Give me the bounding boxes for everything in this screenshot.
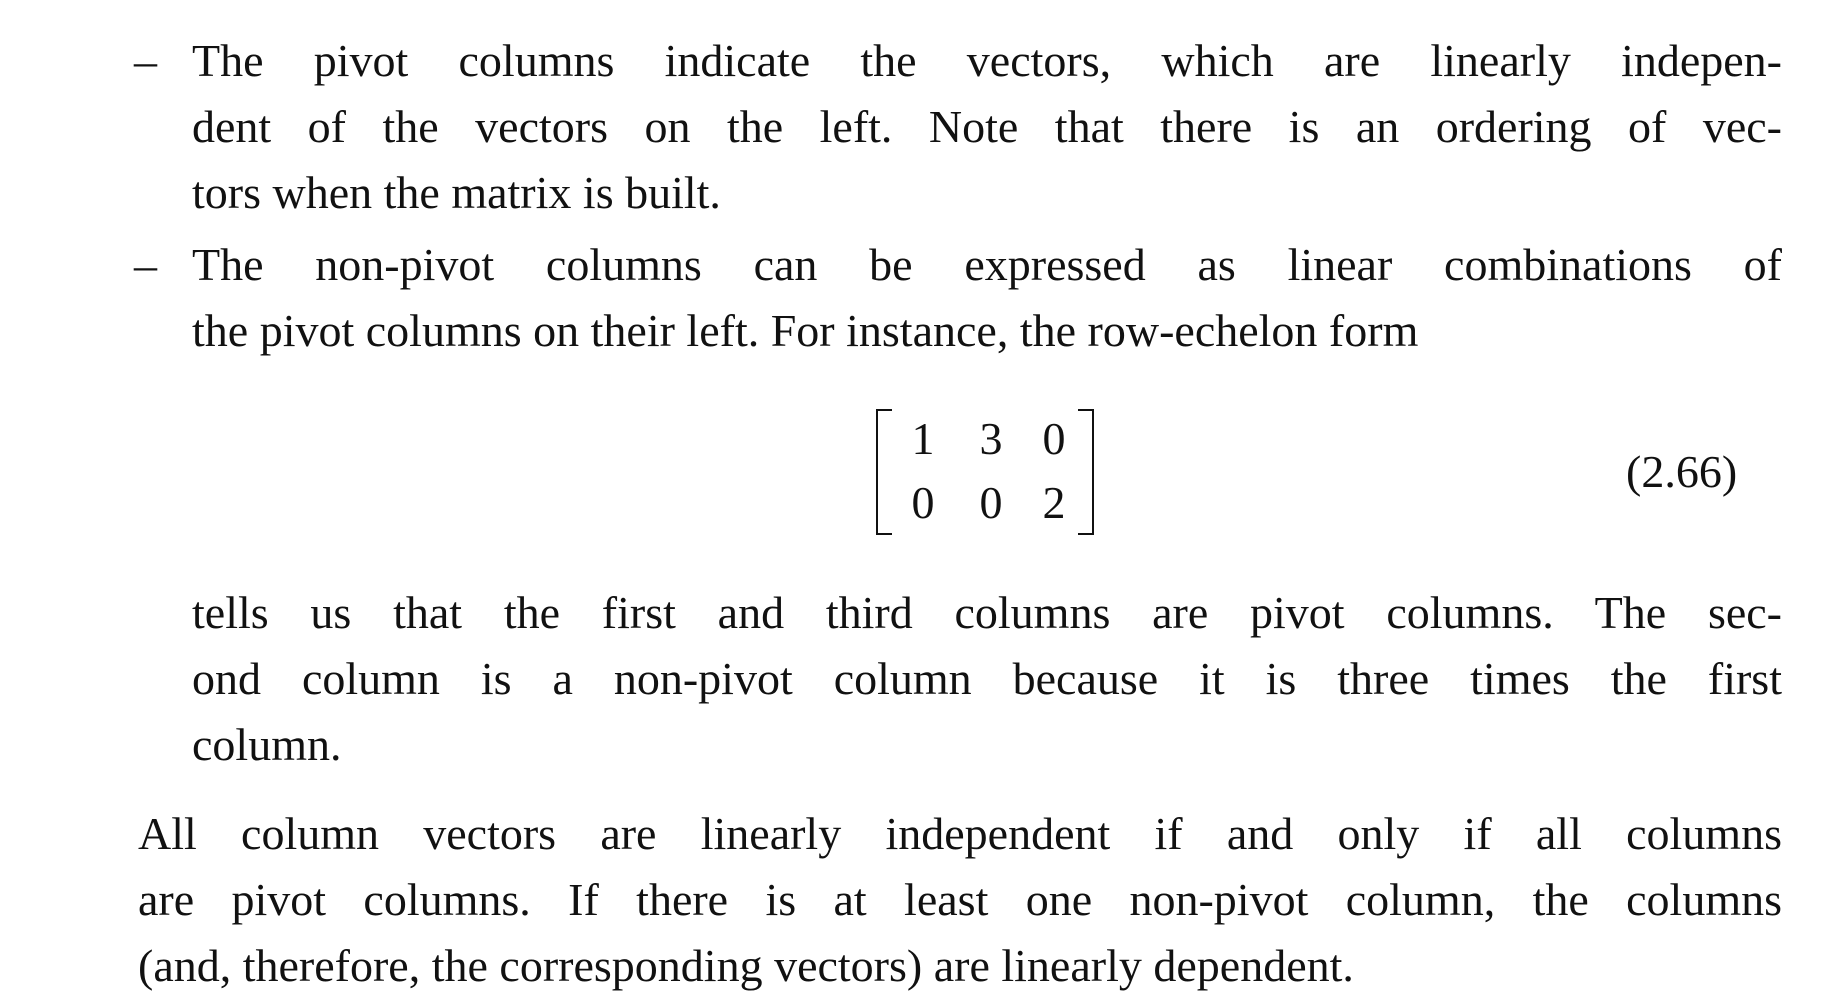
text-line: All column vectors are linearly independ… [138,808,1782,859]
matrix-cell: 3 [979,413,1003,464]
text-line: the pivot columns on their left. For ins… [192,305,1419,356]
continuation-paragraph: tells us that the first and third column… [192,580,1782,778]
text-line: tors when the matrix is built. [192,167,721,218]
matrix-left-bracket [876,409,892,535]
matrix-entries: 1 3 0 0 0 2 [894,407,1078,535]
matrix-right-bracket [1078,409,1094,535]
text-line: column. [192,719,342,770]
bullet-text: The non-pivot columns can be expressed a… [192,232,1782,364]
matrix-cell: 0 [1042,413,1066,464]
matrix-cell: 2 [1042,477,1066,528]
matrix-cell: 0 [911,477,935,528]
bullet-text: The pivot columns indicate the vectors, … [192,28,1782,226]
matrix-cell: 1 [911,413,935,464]
text-line: The non-pivot columns can be expressed a… [192,239,1782,290]
bullet-dash: – [134,35,157,86]
bullet-dash: – [134,239,157,290]
text-line: (and, therefore, the corresponding vecto… [138,940,1354,991]
equation-number: (2.66) [1626,446,1738,497]
document-page: – The pivot columns indicate the vectors… [0,0,1828,996]
text-line: are pivot columns. If there is at least … [138,874,1782,925]
text-line: tells us that the first and third column… [192,587,1782,638]
matrix-cell: 0 [979,477,1003,528]
text-line: The pivot columns indicate the vectors, … [192,35,1782,86]
final-paragraph: All column vectors are linearly independ… [138,801,1782,999]
text-line: ond column is a non-pivot column because… [192,653,1782,704]
row-echelon-matrix: 1 3 0 0 0 2 [870,405,1100,535]
text-line: dent of the vectors on the left. Note th… [192,101,1782,152]
